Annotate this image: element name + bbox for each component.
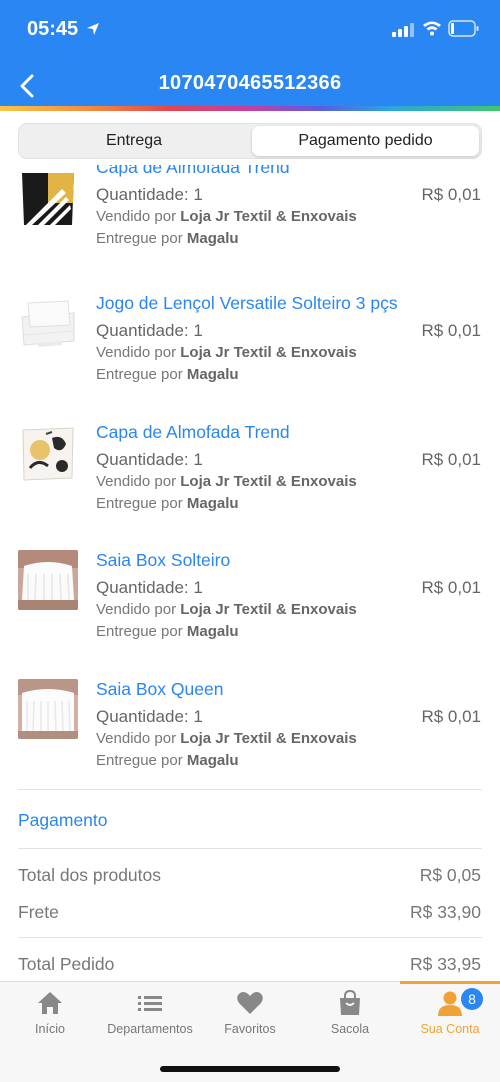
product-price: R$ 0,01 <box>421 578 481 597</box>
cellular-signal-icon <box>392 23 414 37</box>
list-item[interactable]: Saia Box Solteiro Quantidade: 1 R$ 0,01 … <box>0 550 500 660</box>
pillow-image-icon <box>18 424 78 484</box>
order-total-label: Total Pedido <box>18 954 115 974</box>
status-bar: 05:45 <box>0 0 500 58</box>
header-bar: 05:45 1070470465512366 <box>0 0 500 108</box>
delivered-by-line: Entregue por Magalu <box>96 230 239 247</box>
tab-departamentos[interactable]: Departamentos <box>100 990 200 1052</box>
product-image <box>18 169 78 229</box>
section-divider <box>18 937 482 938</box>
heart-icon <box>237 992 263 1014</box>
payment-section-title: Pagamento <box>18 810 108 830</box>
seller-line: Vendido por Loja Jr Textil & Enxovais <box>96 344 357 361</box>
tab-pagamento-pedido[interactable]: Pagamento pedido <box>252 126 479 156</box>
product-name[interactable]: Saia Box Solteiro <box>96 550 230 571</box>
sheet-set-image-icon <box>18 295 78 355</box>
tab-label: Sua Conta <box>420 1022 480 1036</box>
shipping-label: Frete <box>18 902 59 922</box>
product-name[interactable]: Capa de Almofada Trend <box>96 422 290 443</box>
section-divider <box>18 789 482 790</box>
product-price: R$ 0,01 <box>421 450 481 469</box>
tab-sua-conta[interactable]: 8 Sua Conta <box>400 988 500 1052</box>
segmented-control: Entrega Pagamento pedido <box>18 123 482 159</box>
user-icon <box>438 991 462 1016</box>
tab-sacola[interactable]: Sacola <box>300 990 400 1052</box>
product-image <box>18 550 78 610</box>
bed-skirt-image-icon <box>18 550 78 610</box>
seller-line: Vendido por Loja Jr Textil & Enxovais <box>96 730 357 747</box>
product-quantity: Quantidade: 1 <box>96 450 203 469</box>
tab-inicio[interactable]: Início <box>0 990 100 1052</box>
delivered-by-line: Entregue por Magalu <box>96 366 239 383</box>
tab-label: Início <box>35 1022 65 1036</box>
location-arrow-icon <box>87 23 99 35</box>
product-image <box>18 424 78 484</box>
status-time: 05:45 <box>27 18 79 40</box>
product-price: R$ 0,01 <box>421 321 481 340</box>
bag-icon <box>340 990 360 1015</box>
seller-line: Vendido por Loja Jr Textil & Enxovais <box>96 473 357 490</box>
section-divider <box>18 848 482 849</box>
notification-badge: 8 <box>461 988 483 1010</box>
products-total-label: Total dos produtos <box>18 865 162 885</box>
home-indicator <box>160 1066 340 1072</box>
list-item[interactable]: Capa de Almofada Trend Quantidade: 1 R$ … <box>0 165 500 267</box>
order-number-title: 1070470465512366 <box>158 72 342 94</box>
delivered-by-line: Entregue por Magalu <box>96 623 239 640</box>
list-icon <box>138 996 162 1011</box>
product-quantity: Quantidade: 1 <box>96 578 203 597</box>
product-name[interactable]: Saia Box Queen <box>96 679 223 700</box>
active-tab-indicator <box>400 981 500 984</box>
brand-stripe <box>0 106 500 111</box>
tab-label: Sacola <box>330 1022 370 1036</box>
bed-skirt-image-icon <box>18 679 78 739</box>
list-item[interactable]: Jogo de Lençol Versatile Solteiro 3 pçs … <box>0 293 500 403</box>
pillow-image-icon <box>18 169 78 229</box>
delivered-by-line: Entregue por Magalu <box>96 752 239 769</box>
list-item[interactable]: Capa de Almofada Trend Quantidade: 1 R$ … <box>0 422 500 532</box>
product-quantity: Quantidade: 1 <box>96 185 203 204</box>
product-image <box>18 295 78 355</box>
product-quantity: Quantidade: 1 <box>96 321 203 340</box>
product-price: R$ 0,01 <box>421 707 481 726</box>
tab-label: Departamentos <box>107 1022 193 1036</box>
tab-favoritos[interactable]: Favoritos <box>200 990 300 1052</box>
product-price: R$ 0,01 <box>421 185 481 204</box>
list-item[interactable]: Saia Box Queen Quantidade: 1 R$ 0,01 Ven… <box>0 679 500 789</box>
battery-icon <box>448 20 479 37</box>
product-image <box>18 679 78 739</box>
product-quantity: Quantidade: 1 <box>96 707 203 726</box>
home-icon <box>38 992 62 1014</box>
products-total-value: R$ 0,05 <box>419 865 481 885</box>
order-content: Capa de Almofada Trend Quantidade: 1 R$ … <box>0 165 500 980</box>
seller-line: Vendido por Loja Jr Textil & Enxovais <box>96 208 357 225</box>
shipping-value: R$ 33,90 <box>409 902 481 922</box>
product-name[interactable]: Jogo de Lençol Versatile Solteiro 3 pçs <box>96 293 398 314</box>
tab-entrega[interactable]: Entrega <box>21 126 247 156</box>
wifi-icon <box>423 21 441 36</box>
delivered-by-line: Entregue por Magalu <box>96 495 239 512</box>
seller-line: Vendido por Loja Jr Textil & Enxovais <box>96 601 357 618</box>
product-name[interactable]: Capa de Almofada Trend <box>96 165 290 178</box>
bottom-tab-bar: Início Departamentos Favoritos Sacola 8 … <box>0 981 500 1082</box>
tab-label: Favoritos <box>224 1022 276 1036</box>
order-total-value: R$ 33,95 <box>409 954 481 974</box>
